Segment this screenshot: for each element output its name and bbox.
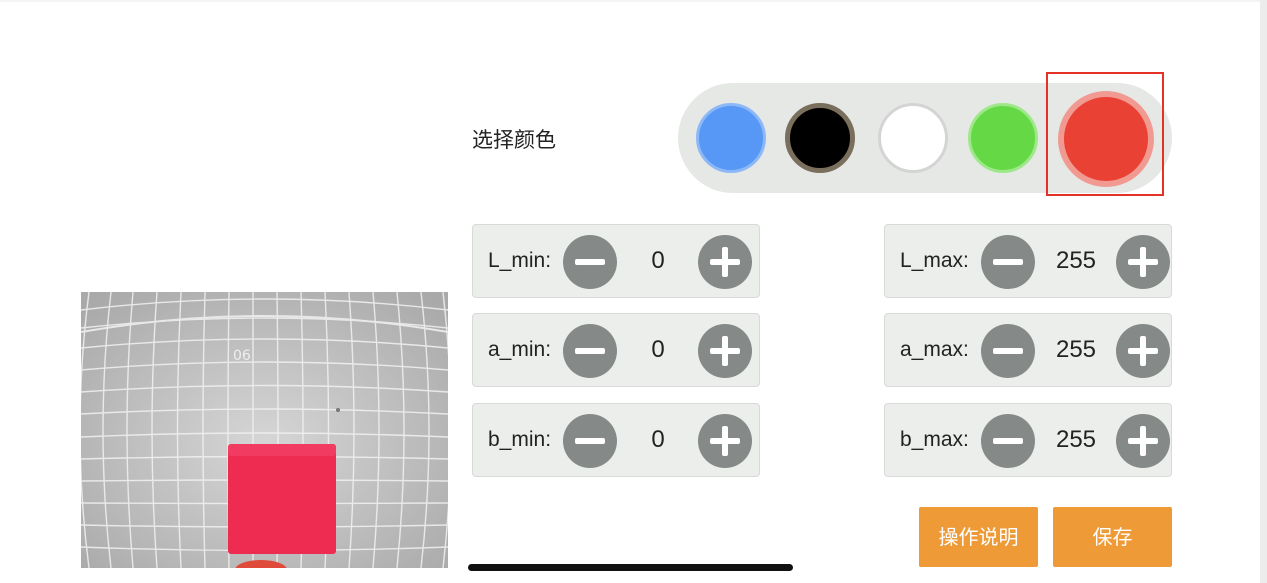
a-min-decrement-button[interactable] [563, 324, 617, 378]
b-min-decrement-button[interactable] [563, 414, 617, 468]
b-max-label: b_max: [900, 428, 969, 451]
L-max-increment-button[interactable] [1116, 235, 1170, 289]
color-swatch-red[interactable] [1058, 91, 1154, 187]
b-min-value: 0 [651, 426, 665, 453]
b-max-increment-button[interactable] [1116, 414, 1170, 468]
L-max-value: 255 [1055, 247, 1097, 274]
b-max-control: b_max: 255 [884, 403, 1172, 477]
a-max-increment-button[interactable] [1116, 324, 1170, 378]
L-max-decrement-button[interactable] [981, 235, 1035, 289]
a-min-value: 0 [651, 336, 665, 363]
L-min-control: L_min: 0 [472, 224, 760, 298]
L-max-control: L_max: 255 [884, 224, 1172, 298]
a-max-control: a_max: 255 [884, 313, 1172, 387]
b-max-decrement-button[interactable] [981, 414, 1035, 468]
L-min-value: 0 [651, 247, 665, 274]
instructions-button[interactable]: 操作说明 [919, 507, 1038, 567]
L-min-label: L_min: [488, 249, 552, 272]
a-min-control: a_min: 0 [472, 313, 760, 387]
b-min-control: b_min: 0 [472, 403, 760, 477]
b-min-label: b_min: [488, 428, 552, 451]
color-swatch-black[interactable] [785, 103, 855, 173]
a-max-value: 255 [1055, 336, 1097, 363]
camera-overlay-text: 06 [233, 348, 251, 364]
L-min-decrement-button[interactable] [563, 235, 617, 289]
save-button[interactable]: 保存 [1053, 507, 1172, 567]
L-max-label: L_max: [900, 249, 969, 272]
b-max-value: 255 [1055, 426, 1097, 453]
camera-preview: 06 [81, 292, 448, 568]
top-divider [0, 0, 1260, 2]
red-cube [228, 444, 336, 554]
color-swatch-green[interactable] [968, 103, 1038, 173]
b-min-increment-button[interactable] [698, 414, 752, 468]
camera-grid-image: 06 [81, 292, 448, 568]
a-max-decrement-button[interactable] [981, 324, 1035, 378]
a-max-label: a_max: [900, 338, 969, 361]
right-edge [1260, 0, 1267, 583]
home-indicator [468, 564, 793, 571]
color-swatch-blue[interactable] [696, 103, 766, 173]
a-min-label: a_min: [488, 338, 552, 361]
select-color-label: 选择颜色 [472, 128, 556, 152]
a-min-increment-button[interactable] [698, 324, 752, 378]
L-min-increment-button[interactable] [698, 235, 752, 289]
color-swatch-white[interactable] [878, 103, 948, 173]
